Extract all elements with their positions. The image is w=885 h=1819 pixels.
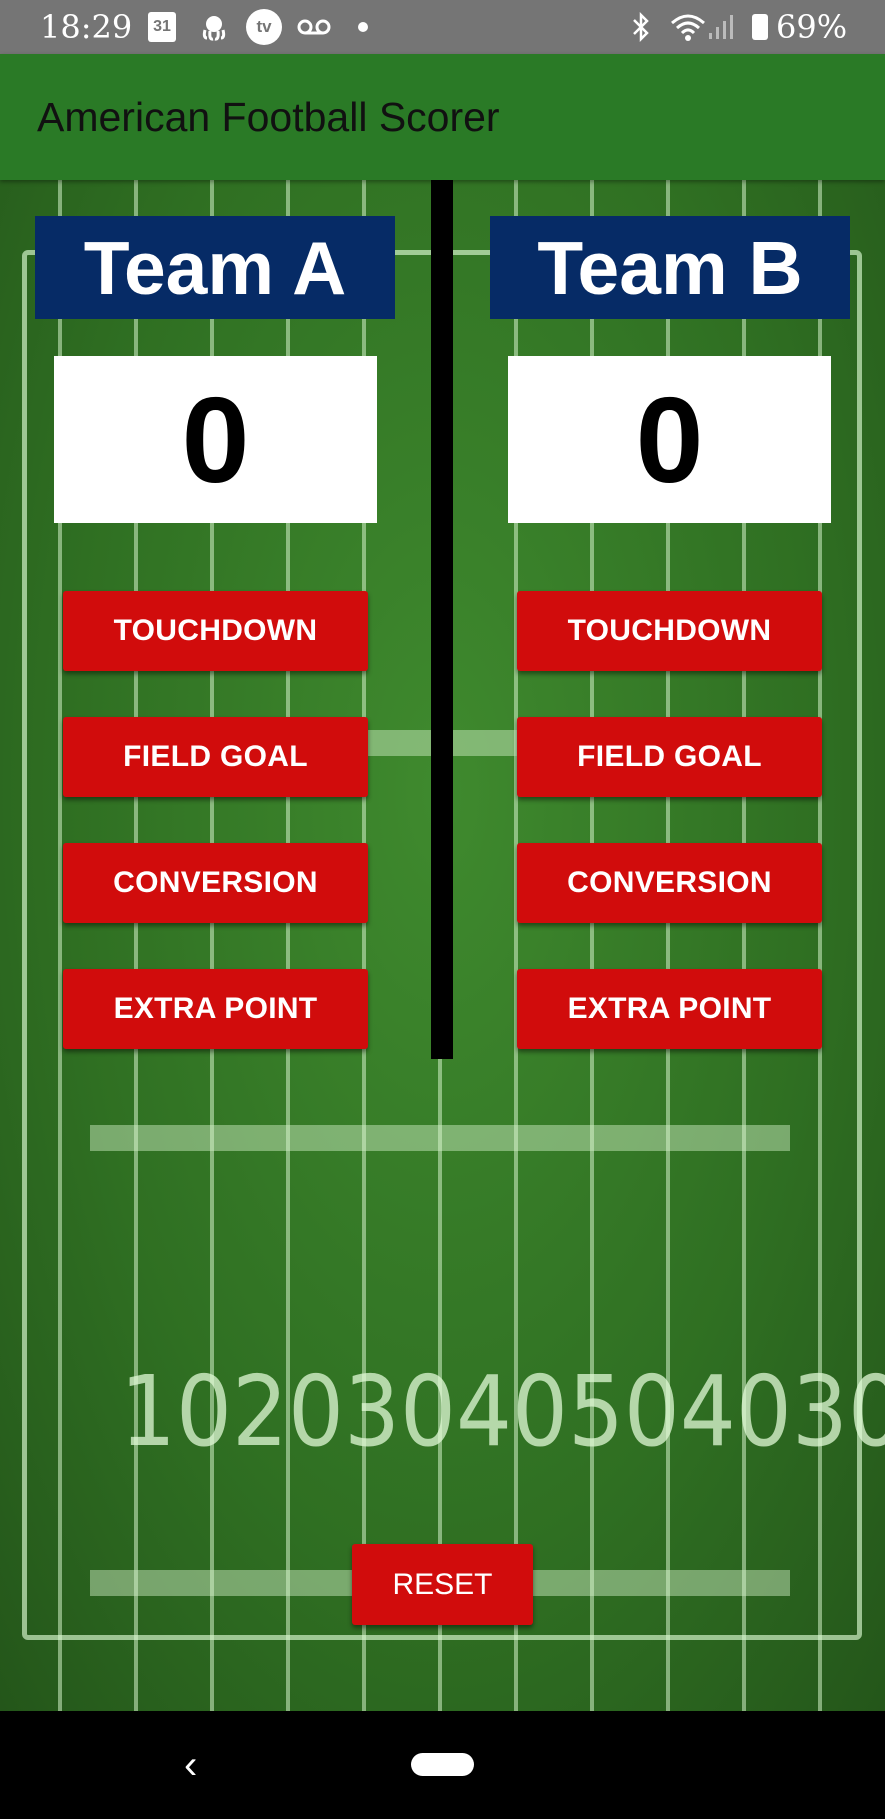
team-a-name: Team A	[35, 216, 395, 319]
yard-marker: 30	[791, 1354, 885, 1469]
yard-marker: 30	[343, 1354, 456, 1469]
team-a-touchdown-button[interactable]: TOUCHDOWN	[63, 591, 368, 671]
app-bar: American Football Scorer	[0, 54, 885, 180]
team-b-conversion-button[interactable]: CONVERSION	[517, 843, 822, 923]
yard-markers: 10 20 30 40 50 40 30 20 10	[120, 1354, 885, 1469]
navigation-bar: ‹	[0, 1711, 885, 1819]
status-bar: 18:29 31 tv 69%	[0, 0, 885, 54]
octopus-icon	[198, 11, 230, 43]
back-icon[interactable]: ‹	[184, 1743, 197, 1788]
team-b-name: Team B	[490, 216, 850, 319]
team-b-score: 0	[508, 356, 831, 523]
voicemail-icon	[296, 11, 332, 43]
wifi-icon	[668, 11, 708, 43]
signal-icon	[706, 11, 734, 43]
yard-marker: 40	[679, 1354, 792, 1469]
status-time: 18:29	[40, 8, 133, 46]
center-divider	[431, 180, 453, 1059]
team-b-extra-point-button[interactable]: EXTRA POINT	[517, 969, 822, 1049]
notification-dot-icon	[358, 22, 368, 32]
battery-percent: 69%	[776, 8, 848, 46]
home-icon[interactable]	[411, 1753, 474, 1776]
yard-marker: 40	[455, 1354, 568, 1469]
yard-marker: 20	[231, 1354, 344, 1469]
team-a-extra-point-button[interactable]: EXTRA POINT	[63, 969, 368, 1049]
app-title: American Football Scorer	[37, 94, 500, 140]
team-b-field-goal-button[interactable]: FIELD GOAL	[517, 717, 822, 797]
team-a-score: 0	[54, 356, 377, 523]
team-b-touchdown-button[interactable]: TOUCHDOWN	[517, 591, 822, 671]
team-a-conversion-button[interactable]: CONVERSION	[63, 843, 368, 923]
tv-icon: tv	[246, 9, 282, 45]
calendar-icon: 31	[148, 12, 176, 42]
battery-icon	[752, 14, 768, 40]
team-a-field-goal-button[interactable]: FIELD GOAL	[63, 717, 368, 797]
field-stripe	[90, 1125, 790, 1151]
reset-button[interactable]: RESET	[352, 1544, 533, 1625]
yard-marker: 10	[120, 1354, 232, 1469]
yard-marker: 50	[567, 1354, 680, 1469]
bluetooth-icon	[630, 11, 652, 43]
